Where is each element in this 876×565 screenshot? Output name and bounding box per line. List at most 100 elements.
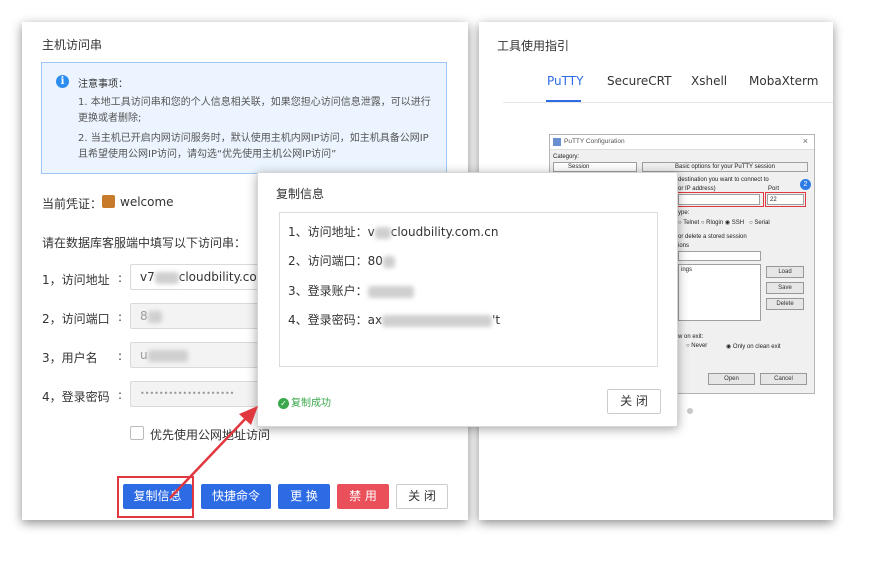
instruction-text: 请在数据库客服端中填写以下访问串： [42,236,247,250]
putty-open-button: Open [708,373,755,385]
password-label: 4，登录密码 [42,390,110,404]
copied-password: 4、登录密码：ax 't [288,311,500,328]
notice-title: 注意事项： [78,79,128,90]
putty-header-box: Basic options for your PuTTY session [642,162,808,172]
port-colon: : [118,310,123,324]
port-field[interactable]: 8 [130,303,270,329]
disable-button[interactable]: 禁 用 [337,484,389,509]
putty-header: Basic options for your PuTTY session [675,164,775,170]
port-prefix: 8 [140,309,148,323]
notice-item-1: 1. 本地工具访问串和您的个人信息相关联，如果您担心访问信息泄露，可以进行更换或… [78,97,431,124]
port-label: 2，访问端口 [42,312,110,326]
putty-radios: ○ Telnet ○ Rlogin ◉ SSH ○ Serial [678,220,770,226]
tab-putty[interactable]: PuTTY [547,74,583,88]
info-icon: i [56,75,69,88]
change-button[interactable]: 更 换 [278,484,330,509]
carousel-dot[interactable] [687,408,693,414]
copy-success-message: ✓ 复制成功 [278,394,331,409]
public-ip-checkbox[interactable] [130,426,144,440]
notice-item-2: 2. 当主机已开启内网访问服务时，默认使用主机内网IP访问，如主机具备公网IP且… [78,133,429,160]
copy-info-dialog: 复制信息 1、访问地址：v cloudbility.com.cn 2、访问端口：8… [257,172,678,427]
tab-divider [503,102,833,103]
check-circle-icon: ✓ [278,397,289,409]
redaction [147,349,188,362]
redaction [154,271,179,284]
copy-button-highlight [117,476,194,518]
panel-title: 工具使用指引 [497,39,570,53]
redaction [374,226,391,239]
line-prefix: 80 [367,254,383,268]
password-colon: : [118,388,123,402]
line-prefix: ax [367,313,383,327]
credential-value: welcome [120,195,174,209]
line-label: 2、访问端口： [288,254,368,268]
radio-never: Never [691,343,708,349]
address-suffix: cloudbility.com [178,270,269,284]
copied-port: 2、访问端口：80 [288,252,395,269]
step-badge: 2 [800,179,811,190]
active-tab-indicator [546,100,581,102]
putty-sessions-label: ions [678,243,690,249]
redaction [382,255,395,268]
address-field[interactable]: v7 cloudbility.com [130,264,270,290]
redaction [147,310,162,323]
tab-xshell[interactable]: Xshell [691,74,727,88]
panel-title: 主机访问串 [42,38,103,52]
putty-cancel-button: Cancel [760,373,807,385]
putty-close-icon: × [802,136,808,146]
putty-session-name-field [678,251,761,261]
line-suffix: cloudbility.com.cn [390,225,499,239]
copied-account: 3、登录账户： [288,282,414,299]
putty-app-icon [553,138,561,146]
tab-mobaxterm[interactable]: MobaXterm [749,74,818,88]
success-text: 复制成功 [291,398,331,409]
notice-box: i 注意事项： 1. 本地工具访问串和您的个人信息相关联，如果您担心访问信息泄露… [41,62,447,174]
putty-saved-label: or delete a stored session [678,234,747,240]
radio-ssh: SSH [731,220,745,226]
line-label: 1、访问地址： [288,225,368,239]
putty-session-item: Session [553,162,637,172]
putty-category: Category: [553,154,580,160]
redaction [382,314,493,327]
putty-session-list: ings [678,264,761,321]
redaction [367,285,414,298]
username-label: 3，用户名 [42,351,98,365]
putty-title: PuTTY Configuration [564,138,625,145]
putty-exit-never: ○ Never [686,343,708,349]
putty-host-highlight [676,192,764,207]
putty-settings-item: ings [681,267,693,273]
username-colon: : [118,349,123,363]
putty-titlebar: PuTTY Configuration × [550,135,814,150]
password-field[interactable]: •••••••••••••••••••• [130,381,270,407]
putty-exit-clean: ◉ Only on clean exit [726,344,781,350]
line-suffix: 't [492,313,501,327]
address-label: 1，访问地址 [42,273,110,287]
address-colon: : [118,271,123,285]
copied-address: 1、访问地址：v cloudbility.com.cn [288,223,498,240]
putty-exit-label: w on exit: [678,334,704,340]
username-field[interactable]: u [130,342,270,368]
putty-session-label: Session [568,164,590,170]
putty-type-label: ype: [678,210,690,216]
credential-icon [102,195,115,208]
address-prefix: v7 [140,270,155,284]
line-label: 4、登录密码： [288,313,368,327]
public-ip-checkbox-label: 优先使用公网地址访问 [150,428,271,442]
tab-securecrt[interactable]: SecureCRT [607,74,671,88]
credential-label: 当前凭证： [42,197,103,211]
dialog-close-button[interactable]: 关 闭 [607,389,661,414]
putty-delete-button: Delete [766,298,804,310]
tool-tabs: PuTTY SecureCRT Xshell MobaXterm [479,74,833,102]
putty-load-button: Load [766,266,804,278]
putty-save-button: Save [766,282,804,294]
radio-clean-exit: Only on clean exit [732,344,781,350]
quick-command-button[interactable]: 快捷命令 [201,484,271,509]
radio-rlogin: Rlogin [706,220,724,226]
line-label: 3、登录账户： [288,284,368,298]
radio-telnet: Telnet [683,220,700,226]
username-prefix: u [140,348,148,362]
dialog-title: 复制信息 [276,187,325,201]
putty-dest: destination you want to connect to [678,177,769,183]
radio-serial: Serial [754,220,770,226]
close-button[interactable]: 关 闭 [396,484,448,509]
